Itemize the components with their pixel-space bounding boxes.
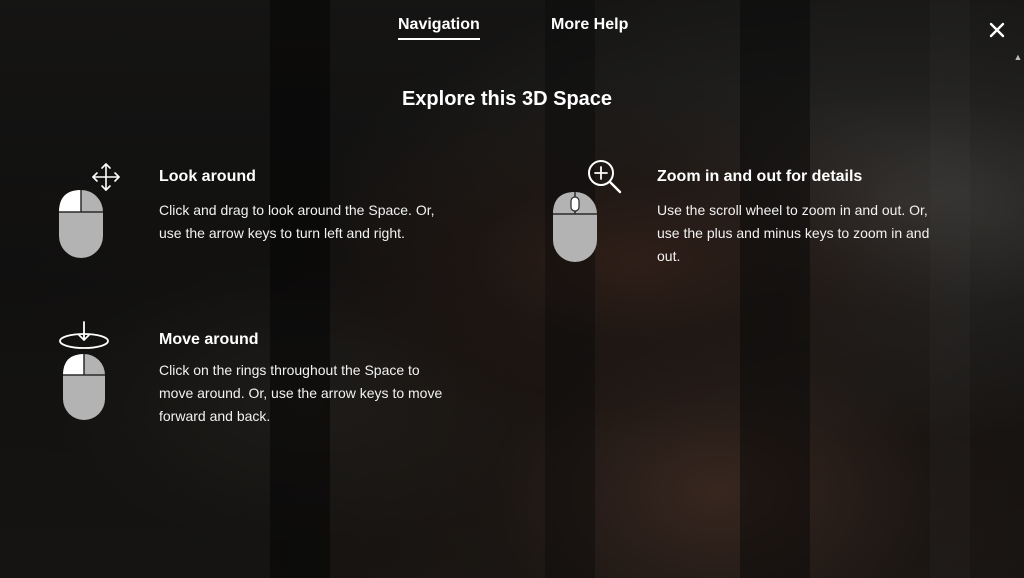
description-line: forward and back. bbox=[159, 408, 271, 424]
description-line: Click on the rings throughout the Space … bbox=[159, 362, 420, 378]
scrollbar-up-arrow[interactable]: ▲ bbox=[1013, 52, 1023, 62]
move-around-description: Click on the rings throughout the Space … bbox=[159, 359, 442, 428]
look-around-title: Look around bbox=[159, 168, 256, 185]
mouse-scroll-zoom-icon bbox=[553, 160, 622, 262]
mouse-click-move-icon bbox=[59, 321, 109, 420]
close-button[interactable] bbox=[985, 18, 1009, 42]
help-tabs: Navigation More Help bbox=[0, 16, 1024, 42]
look-around-description: Click and drag to look around the Space.… bbox=[159, 199, 435, 245]
mouse-drag-look-icon bbox=[59, 163, 120, 258]
description-line: move around. Or, use the arrow keys to m… bbox=[159, 385, 443, 401]
close-icon bbox=[989, 22, 1005, 38]
description-line: Use the scroll wheel to zoom in and out.… bbox=[657, 202, 928, 218]
description-line: Click and drag to look around the Space.… bbox=[159, 202, 435, 218]
page-title: Explore this 3D Space bbox=[401, 88, 613, 110]
dim-overlay bbox=[0, 0, 1024, 578]
tab-navigation[interactable]: Navigation bbox=[398, 16, 480, 40]
description-line: use the plus and minus keys to zoom in a… bbox=[657, 225, 930, 241]
move-around-title: Move around bbox=[159, 331, 259, 348]
description-line: use the arrow keys to turn left and righ… bbox=[159, 225, 405, 241]
zoom-description: Use the scroll wheel to zoom in and out.… bbox=[657, 199, 929, 268]
tab-more-help[interactable]: More Help bbox=[551, 16, 628, 38]
description-line: out. bbox=[657, 248, 681, 264]
zoom-title: Zoom in and out for details bbox=[657, 168, 863, 185]
